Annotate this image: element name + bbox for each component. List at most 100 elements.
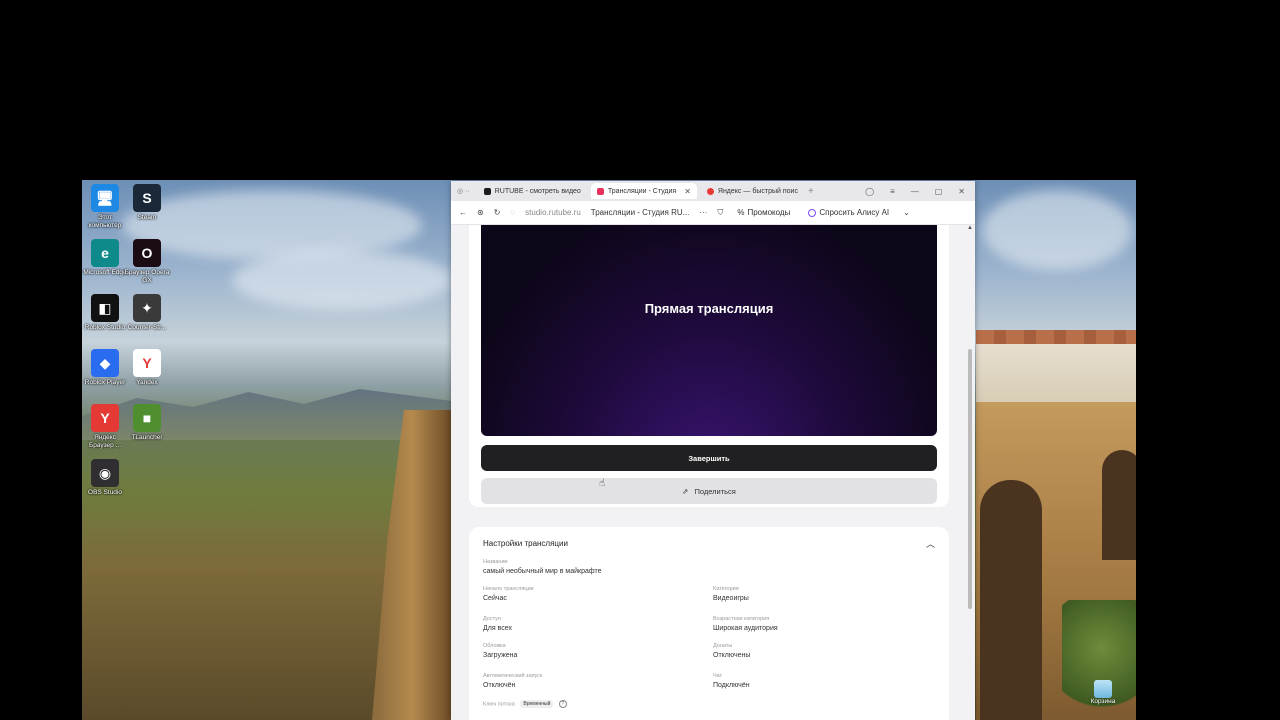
- field-value: Сейчас: [483, 595, 507, 602]
- field-age: Возрастная категория Широкая аудитория: [713, 616, 778, 632]
- desktop-icon[interactable]: ◆ Roblox Player: [82, 349, 128, 387]
- minimize-icon[interactable]: —: [911, 187, 919, 196]
- menu-icon[interactable]: ≡: [890, 187, 895, 196]
- ask-alice-button[interactable]: Спросить Алису AI: [804, 206, 893, 219]
- maximize-icon[interactable]: ▢: [935, 187, 943, 196]
- field-start: Начало трансляции Сейчас: [483, 586, 534, 602]
- stream-key-badge: Временный: [520, 700, 554, 708]
- settings-card: Настройки трансляции ︿ Название самый не…: [469, 527, 949, 720]
- tlauncher-icon: ■: [133, 404, 161, 432]
- computer-icon: 🖥: [91, 184, 119, 212]
- new-tab-icon[interactable]: +: [808, 186, 814, 197]
- page-content: Прямая трансляция Завершить ⇗ Поделиться…: [451, 225, 975, 720]
- yandex-favicon-icon: [706, 187, 714, 195]
- shield-icon: ◌: [510, 208, 516, 217]
- tab-yandex[interactable]: Яндекс — быстрый поис: [701, 183, 804, 199]
- desktop-icon-label: TLauncher: [131, 434, 163, 441]
- field-label: Начало трансляции: [483, 586, 534, 592]
- studio-favicon-icon: [596, 187, 604, 195]
- close-tab-icon[interactable]: ✕: [684, 187, 691, 196]
- steam-icon: S: [133, 184, 161, 212]
- desktop-icon-label: Yandex: [136, 379, 158, 386]
- address-bar: ← ⊛ ↻ ◌ studio.rutube.ru Трансляции - Ст…: [451, 201, 975, 225]
- desktop-icon-label: Steam: [137, 214, 157, 221]
- desktop-icon-label: Яндекс Браузер ...: [88, 434, 122, 449]
- hand-cursor-icon: ☝: [599, 478, 606, 489]
- field-category: Категория Видеоигры: [713, 586, 749, 602]
- chevron-down-icon[interactable]: ⌄: [903, 208, 910, 217]
- field-value: Широкая аудитория: [713, 625, 778, 632]
- tab-label: Яндекс — быстрый поис: [717, 187, 798, 195]
- desktop-icon[interactable]: ✦ Counter-Str...: [124, 294, 170, 332]
- field-label: Обложка: [483, 643, 506, 649]
- tab-rutube[interactable]: RUTUBE - смотреть видео: [478, 183, 587, 199]
- wallpaper-arch: [1102, 450, 1136, 560]
- profile-icon[interactable]: ◯: [865, 187, 874, 196]
- rutube-favicon-icon: [483, 187, 491, 195]
- help-icon[interactable]: ?: [558, 700, 567, 708]
- extension-icon[interactable]: ⊛: [477, 208, 484, 217]
- ask-alice-label: Спросить Алису AI: [819, 208, 890, 217]
- stream-card: Прямая трансляция Завершить ⇗ Поделиться…: [469, 225, 949, 507]
- scrollbar-thumb[interactable]: [968, 349, 972, 609]
- video-player[interactable]: Прямая трансляция: [481, 225, 937, 436]
- field-value: Отключены: [713, 652, 751, 659]
- bookmark-icon[interactable]: ⛉: [717, 208, 723, 218]
- desktop-icon-label: Roblox Player: [84, 379, 126, 386]
- page-title: Трансляции - Студия RU...: [590, 208, 690, 217]
- desktop-icon[interactable]: Y Яндекс Браузер ...: [82, 404, 128, 450]
- wallpaper-cloud: [982, 190, 1132, 270]
- desktop-icon[interactable]: S Steam: [124, 184, 170, 222]
- field-value: Отключён: [483, 682, 516, 689]
- close-window-icon[interactable]: ✕: [958, 187, 965, 196]
- share-label: Поделиться: [694, 486, 736, 496]
- recycle-bin[interactable]: Корзина: [1088, 680, 1118, 705]
- desktop-icon[interactable]: ◉ OBS Studio: [82, 459, 128, 497]
- end-stream-label: Завершить: [688, 453, 730, 463]
- desktop-icon[interactable]: ◧ Roblox Studio: [82, 294, 128, 332]
- share-icon: ⇗: [682, 486, 689, 496]
- desktop-icon-label: Microsoft Edge: [83, 269, 127, 276]
- more-icon[interactable]: ···: [699, 208, 707, 217]
- back-icon[interactable]: ←: [459, 208, 467, 217]
- roblox-player-icon: ◆: [91, 349, 119, 377]
- percent-icon: %: [737, 208, 745, 217]
- desktop-icon[interactable]: ■ TLauncher: [124, 404, 170, 442]
- field-label: Название: [483, 559, 508, 565]
- field-label: Категория: [713, 586, 739, 592]
- desktop-icon[interactable]: 🖥 Этот компьютер: [82, 184, 128, 230]
- scroll-up-icon[interactable]: ▲: [967, 225, 973, 231]
- field-access: Доступ Для всех: [483, 616, 512, 632]
- desktop-icon[interactable]: O Браузер Opera GX: [124, 239, 170, 285]
- desktop-icon-label: Этот компьютер: [88, 214, 122, 229]
- edge-icon: e: [91, 239, 119, 267]
- field-label: Чат: [713, 673, 723, 679]
- obs-icon: ◉: [91, 459, 119, 487]
- scrollbar[interactable]: ▲: [967, 225, 973, 719]
- field-chat: Чат Подключён: [713, 673, 750, 689]
- roblox-studio-icon: ◧: [91, 294, 119, 322]
- desktop-icon-label: OBS Studio: [88, 489, 122, 496]
- field-cover: Обложка Загружена: [483, 643, 517, 659]
- end-stream-button[interactable]: Завершить: [481, 445, 937, 471]
- wallpaper-cloud: [232, 250, 452, 310]
- field-value: самый необычный мир в майкрафте: [483, 568, 602, 575]
- desktop-icon-label: Roblox Studio: [84, 324, 126, 331]
- tab-studio[interactable]: Трансляции - Студия ✕: [590, 183, 697, 199]
- promocodes-button[interactable]: % Промокоды: [733, 206, 794, 219]
- collapse-chevron-icon[interactable]: ︿: [926, 537, 935, 550]
- reload-icon[interactable]: ↻: [494, 208, 501, 217]
- share-button[interactable]: ⇗ Поделиться: [481, 478, 937, 504]
- tab-list-icon[interactable]: ◎ ··: [457, 187, 470, 195]
- desktop-icon[interactable]: e Microsoft Edge: [82, 239, 128, 277]
- field-stream-key: Ключ потока Временный ?: [483, 700, 567, 708]
- desktop-icon[interactable]: Y Yandex: [124, 349, 170, 387]
- promocodes-label: Промокоды: [747, 208, 791, 217]
- field-name: Название самый необычный мир в майкрафте: [483, 559, 602, 575]
- wallpaper-arch: [980, 480, 1042, 720]
- field-label-row: Ключ потока Временный ?: [483, 700, 567, 708]
- url-text[interactable]: studio.rutube.ru: [525, 208, 581, 217]
- tab-label: Трансляции - Студия: [607, 187, 677, 195]
- field-value: Для всех: [483, 625, 512, 632]
- field-value: Загружена: [483, 652, 518, 659]
